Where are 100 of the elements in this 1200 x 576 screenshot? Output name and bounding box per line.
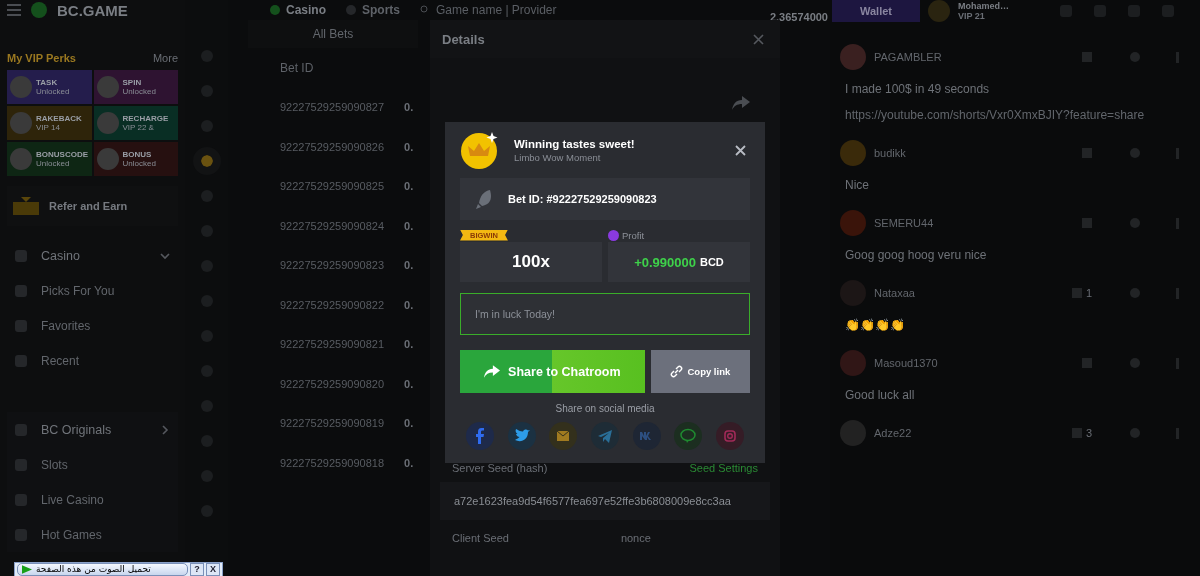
column-header: Bet ID	[280, 60, 314, 75]
nav-label: Recent	[41, 353, 80, 368]
more-link[interactable]: More	[152, 52, 178, 64]
nav-icon	[15, 528, 27, 541]
profit-amount: +0.990000	[634, 254, 696, 270]
table-cell: 0.	[404, 219, 414, 232]
chat-message: Nice	[844, 178, 870, 192]
logo-icon	[31, 2, 47, 18]
table-cell: 92227529259090822	[280, 298, 384, 311]
perk-status: Unlocked	[122, 159, 156, 168]
user-name[interactable]: Nataxaa	[874, 287, 1064, 299]
reward-icon	[10, 76, 32, 98]
nav-label: Live Casino	[41, 492, 104, 507]
field-label: nonce	[620, 532, 651, 544]
nav-header[interactable]: Casino	[7, 238, 178, 273]
table-cell: 92227529259090819	[280, 417, 384, 430]
avatar[interactable]	[840, 44, 866, 70]
user-name[interactable]: PAGAMBLER	[874, 51, 1064, 63]
table-cell: 92227529259090825	[280, 180, 384, 193]
close-button[interactable]: X	[206, 563, 220, 576]
play-icon	[22, 565, 32, 574]
perk-card[interactable]: BONUS Unlocked	[93, 142, 178, 176]
avatar[interactable]	[840, 420, 866, 446]
section-title: My VIP Perks	[7, 52, 76, 64]
currency-label: BCD	[700, 256, 724, 268]
refer-label: Refer and Earn	[49, 200, 128, 212]
avatar[interactable]	[928, 0, 950, 22]
perk-card[interactable]: SPIN Unlocked	[93, 70, 178, 104]
multiplier-card: 100x	[460, 242, 602, 282]
table-cell: 0.	[404, 298, 414, 311]
avatar[interactable]	[840, 350, 866, 376]
reward-icon	[10, 112, 32, 134]
search-field[interactable]: Game name | Provider	[420, 3, 651, 17]
top-tab[interactable]: Sports	[346, 3, 401, 17]
table-cell: 92227529259090824	[280, 219, 384, 232]
chat-message: Goog goog hoog veru nice	[844, 248, 988, 262]
gift-icon	[13, 197, 39, 215]
crown-coin-icon	[460, 130, 500, 170]
table-cell: 0.	[404, 180, 414, 193]
avatar[interactable]	[840, 140, 866, 166]
nav-label: BC Originals	[41, 422, 112, 437]
nav-item[interactable]: Slots	[7, 447, 178, 482]
download-audio-button[interactable]: تحميل الصوت من هذه الصفحة	[17, 563, 188, 576]
nav-item[interactable]: Favorites	[7, 308, 178, 343]
user-name[interactable]: Masoud1370	[874, 357, 1064, 369]
perk-status: Unlocked	[36, 87, 70, 96]
camera-icon[interactable]	[715, 422, 744, 450]
reward-icon	[10, 148, 32, 170]
table-cell: 0.	[404, 338, 414, 351]
share-arrow-icon[interactable]	[732, 96, 750, 110]
dialog-title: Winning tastes sweet!	[514, 137, 635, 150]
logo-text[interactable]: BC.GAME	[57, 1, 128, 19]
nav-item[interactable]: Picks For You	[7, 273, 178, 308]
nav-icon	[15, 458, 27, 471]
search-icon	[420, 5, 431, 15]
nav-label: Favorites	[41, 318, 91, 333]
nav-icon	[15, 493, 27, 506]
perk-status: VIP 14	[36, 123, 61, 132]
perk-name: RECHARGE	[122, 114, 169, 123]
paper-plane-icon[interactable]	[590, 422, 619, 450]
table-cell: 92227529259090820	[280, 377, 384, 390]
help-button[interactable]: ?	[190, 563, 204, 576]
perk-name: TASK	[36, 78, 59, 87]
table-cell: 92227529259090823	[280, 259, 384, 272]
close-icon[interactable]	[735, 144, 746, 156]
perk-card[interactable]: TASK Unlocked	[7, 70, 92, 104]
reward-icon	[96, 76, 119, 98]
chat-message: I made 100$ in 49 seconds	[844, 82, 991, 96]
perk-card[interactable]: RAKEBACK VIP 14	[7, 106, 92, 140]
wallet-button[interactable]: Wallet	[832, 0, 920, 22]
nav-label: Slots	[41, 457, 68, 472]
speech-bubble-icon[interactable]	[674, 422, 703, 450]
seed-settings-link[interactable]: Seed Settings	[689, 462, 758, 474]
field-label: Server Seed (hash)	[452, 462, 548, 474]
perk-card[interactable]: RECHARGE VIP 22 &	[93, 106, 178, 140]
nav-label: Casino	[41, 248, 80, 263]
share-to-chatroom-button[interactable]: Share to Chatroom	[460, 350, 645, 393]
nav-header[interactable]: BC Originals	[7, 412, 178, 447]
perk-name: RAKEBACK	[36, 114, 82, 123]
nav-icon	[15, 319, 27, 332]
table-cell: 0.	[404, 417, 414, 430]
copy-link-button[interactable]: Copy link	[650, 350, 750, 393]
nav-item[interactable]: Recent	[7, 343, 178, 378]
nav-item[interactable]: Live Casino	[7, 482, 178, 517]
nav-item[interactable]: Hot Games	[7, 517, 178, 552]
nav-icon	[15, 284, 27, 297]
tab-label: Casino	[286, 3, 326, 17]
avatar[interactable]	[840, 210, 866, 236]
user-name[interactable]: SEMERU44	[874, 217, 1064, 229]
bird-icon[interactable]	[507, 422, 536, 450]
field-label: Client Seed	[452, 532, 509, 544]
perk-card[interactable]: BONUSCODE Unlocked	[7, 142, 92, 176]
user-name[interactable]: budikk	[874, 147, 1064, 159]
message-link[interactable]: https://youtube.com/shorts/Vxr0XmxBJIY?feature=share	[840, 108, 1200, 122]
table-cell: 92227529259090818	[280, 456, 384, 469]
user-name[interactable]: Adze22	[874, 427, 1064, 439]
vk-icon[interactable]	[632, 422, 661, 450]
top-tab[interactable]: Casino	[270, 3, 326, 17]
message-field[interactable]: I'm in luck Today!	[460, 293, 750, 335]
facebook-icon[interactable]	[466, 422, 494, 450]
